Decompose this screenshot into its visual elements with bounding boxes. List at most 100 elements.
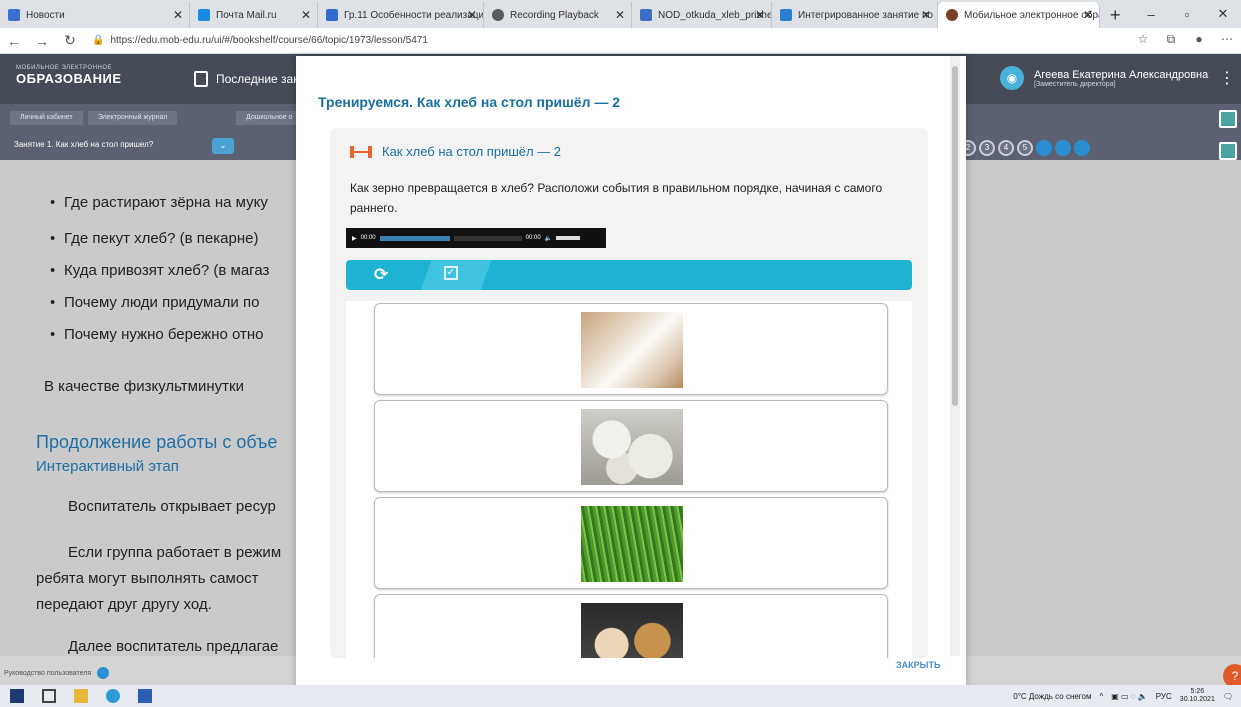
url-field[interactable]: 🔒 https://edu.mob-edu.ru/ui/#/bookshelf/… [92, 35, 428, 46]
collections-icon[interactable]: ⧉ [1161, 32, 1181, 47]
paragraph: В качестве физкультминутки [44, 378, 244, 395]
sortable-cards [346, 301, 912, 658]
more-icon[interactable]: ⋯ [1217, 32, 1237, 47]
recent-lessons-button[interactable]: Последние закл [194, 71, 306, 87]
step-circle[interactable]: 5 [1017, 140, 1033, 156]
modal-title: Тренируемся. Как хлеб на стол пришёл — 2 [318, 94, 621, 110]
dumbbell-icon [350, 145, 372, 158]
site-logo[interactable]: МОБИЛЬНОЕ ЭЛЕКТРОННОЕ ОБРАЗОВАНИЕ [16, 65, 122, 86]
exercise-modal: Тренируемся. Как хлеб на стол пришёл — 2… [296, 56, 966, 690]
edge-icon[interactable] [106, 689, 120, 703]
player-time-current: 00:00 [360, 235, 376, 241]
step-circle[interactable]: 3 [979, 140, 995, 156]
close-button[interactable]: ЗАКРЫТЬ [896, 660, 940, 670]
site-icon [946, 9, 958, 21]
windows-start-icon[interactable] [10, 689, 24, 703]
weather-widget[interactable]: 0°C Дождь со снегом [1013, 692, 1091, 701]
section-subheading: Интерактивный этап [36, 458, 179, 475]
back-icon[interactable]: ← [0, 33, 28, 49]
audio-player[interactable]: ▶ 00:00 00:00 🔈 [346, 228, 606, 248]
lesson-selector[interactable]: Занятие 1. Как хлеб на стол пришел? [14, 140, 153, 149]
paragraph: Далее воспитатель предлагае [68, 638, 279, 655]
tab-mob-edu[interactable]: Мобильное электронное образ ✕ [938, 2, 1100, 28]
language-indicator[interactable]: РУС [1156, 692, 1172, 701]
user-guide-link[interactable]: Руководство пользователя [4, 667, 110, 679]
tab-recording[interactable]: Recording Playback ✕ [484, 2, 632, 28]
recording-icon [492, 9, 504, 21]
task-view-icon[interactable] [42, 689, 56, 703]
tab-news[interactable]: Новости ✕ [0, 2, 190, 28]
new-tab-button[interactable]: + [1100, 2, 1131, 28]
dough-photo [581, 409, 683, 485]
close-icon[interactable]: ✕ [755, 8, 765, 22]
close-icon[interactable]: ✕ [173, 8, 183, 22]
forward-icon[interactable]: → [28, 33, 56, 49]
step-circle[interactable] [1036, 140, 1052, 156]
info-icon [97, 667, 110, 679]
refresh-icon[interactable]: ⟳ [374, 265, 388, 285]
list-item: Почему нужно бережно отно [50, 326, 263, 343]
paragraph: Воспитатель открывает ресур [68, 498, 276, 515]
tab-integrated[interactable]: Интегрированное занятие по ✕ [772, 2, 938, 28]
minimize-icon[interactable]: – [1133, 7, 1169, 22]
flour-photo [581, 312, 683, 388]
sortable-card-dough[interactable] [374, 400, 888, 492]
sortable-card-bread[interactable] [374, 594, 888, 658]
sortable-card-wheat[interactable] [374, 497, 888, 589]
wheat-photo [581, 506, 683, 582]
list-item: Где пекут хлеб? (в пекарне) [50, 230, 258, 247]
close-icon[interactable]: ✕ [921, 8, 931, 22]
volume-icon[interactable]: 🔈 [545, 235, 552, 242]
reload-icon[interactable]: ↻ [56, 32, 84, 49]
table-icon[interactable] [1219, 142, 1237, 160]
clock[interactable]: 5:26 30.10.2021 [1180, 688, 1215, 704]
side-tools [1219, 110, 1237, 160]
player-time-total: 00:00 [525, 235, 541, 241]
doc-icon [326, 9, 338, 21]
step-circle[interactable] [1055, 140, 1071, 156]
close-icon[interactable]: ✕ [1083, 8, 1093, 22]
notifications-icon[interactable]: 🗨 [1223, 692, 1233, 701]
player-progress[interactable] [379, 235, 450, 241]
paragraph: Если группа работает в режим [68, 544, 282, 561]
sortable-card-flour[interactable] [374, 303, 888, 395]
check-icon[interactable]: ✓ [444, 266, 458, 280]
profile-icon[interactable]: ● [1189, 32, 1209, 47]
breadcrumb-cabinet[interactable]: Личный кабинет [10, 111, 83, 125]
browser-actions: ☆ ⧉ ● ⋯ [1133, 32, 1237, 47]
restore-icon[interactable]: ▫ [1169, 7, 1205, 22]
breadcrumb-journal[interactable]: Электронный журнал [88, 111, 178, 125]
paragraph: ребята могут выполнять самост [36, 570, 259, 587]
word-icon[interactable] [138, 689, 152, 703]
lesson-content: Где растирают зёрна на муку Где пекут хл… [0, 160, 300, 656]
lock-icon: 🔒 [92, 35, 105, 46]
os-taskbar: 0°C Дождь со снегом ^ ▣ ▭ ◌ 🔈 РУС 5:26 3… [0, 685, 1241, 707]
list-item: Где растирают зёрна на муку [50, 194, 268, 211]
section-heading: Продолжение работы с объе [36, 432, 278, 452]
breadcrumb-preschool[interactable]: Дошкольное о [236, 111, 303, 125]
file-explorer-icon[interactable] [74, 689, 88, 703]
modal-scrollbar[interactable] [950, 56, 960, 656]
favorites-icon[interactable]: ☆ [1133, 32, 1153, 47]
step-circle[interactable]: 4 [998, 140, 1014, 156]
play-icon[interactable]: ▶ [352, 235, 357, 242]
notes-icon[interactable] [1219, 110, 1237, 128]
window-controls: – ▫ ✕ [1133, 0, 1241, 28]
user-menu[interactable]: ◉ Агеева Екатерина Александровна [Замест… [1000, 66, 1208, 90]
kebab-menu-icon[interactable]: ⋮ [1219, 68, 1235, 88]
close-icon[interactable]: ✕ [615, 8, 625, 22]
paragraph: передают друг другу ход. [36, 596, 212, 613]
tab-mail[interactable]: Почта Mail.ru ✕ [190, 2, 318, 28]
close-icon[interactable]: ✕ [301, 8, 311, 22]
news-icon [8, 9, 20, 21]
tray-icons[interactable]: ▣ ▭ ◌ 🔈 [1111, 692, 1148, 701]
tab-gr11[interactable]: Гр.11 Особенности реализации ✕ [318, 2, 484, 28]
tab-pdf[interactable]: NOD_otkuda_xleb_prishel.pdf✕ [632, 2, 772, 28]
step-circle[interactable] [1074, 140, 1090, 156]
player-track[interactable] [453, 235, 522, 241]
close-icon[interactable]: ✕ [467, 8, 477, 22]
chevron-up-icon[interactable]: ^ [1100, 692, 1104, 701]
chevron-down-icon[interactable]: ⌄ [212, 138, 234, 154]
close-window-icon[interactable]: ✕ [1205, 6, 1241, 22]
volume-slider[interactable] [556, 236, 581, 240]
